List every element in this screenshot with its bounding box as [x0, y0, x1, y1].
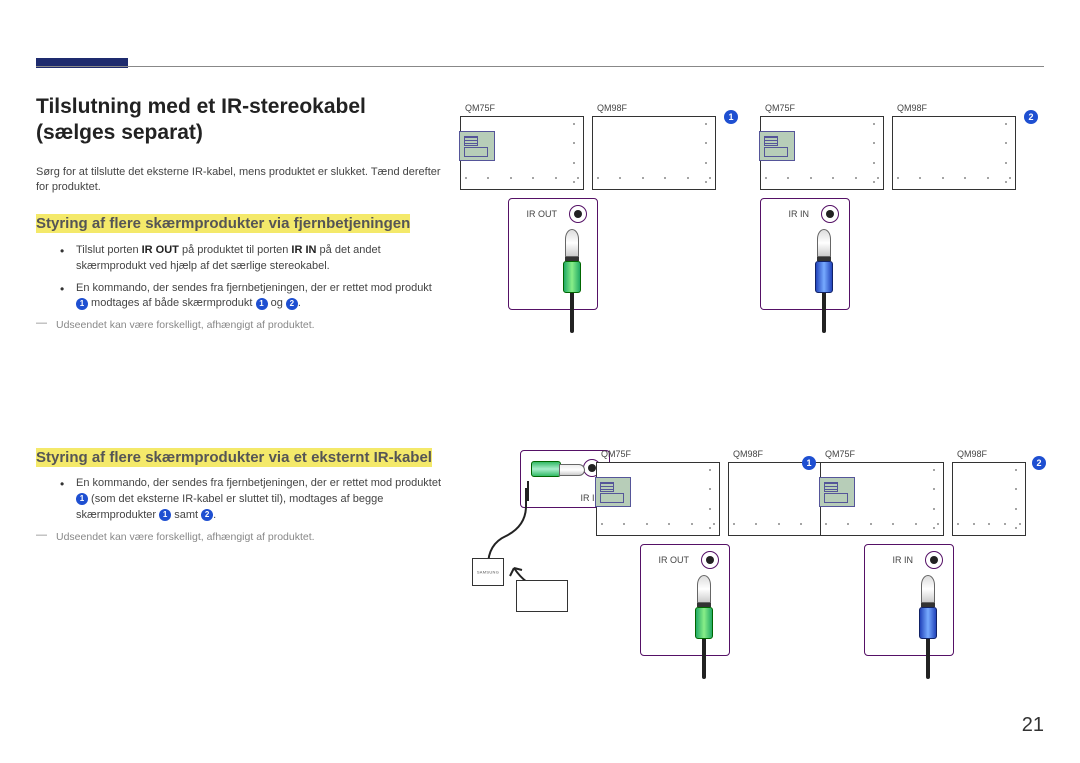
panel-2c: QM75F — [820, 462, 944, 536]
diagram1-badge1: 1 — [724, 110, 738, 124]
model-label-1b: QM98F — [597, 103, 627, 113]
port-hole-icon — [701, 551, 719, 569]
bullet-1: Tilslut porten IR OUT på produktet til p… — [76, 243, 446, 275]
model-label-2b: QM98F — [733, 449, 763, 459]
port-hole-icon — [925, 551, 943, 569]
ir-sensor-unit-icon — [472, 558, 504, 586]
badge-1d-inline: 1 — [159, 509, 171, 521]
panel-2a: QM75F — [596, 462, 720, 536]
left-column-section1: Tilslutning med et IR-stereokabel (sælge… — [36, 94, 446, 333]
jack-green-icon — [695, 575, 713, 679]
model-label-2a: QM75F — [601, 449, 631, 459]
b1-bold2: IR IN — [291, 244, 316, 256]
section1-title: Tilslutning med et IR-stereokabel (sælge… — [36, 94, 446, 147]
section1-intro: Sørg for at tilslutte det eksterne IR-ka… — [36, 165, 446, 197]
model-label-1a: QM75F — [465, 103, 495, 113]
b1-pre: Tilslut porten — [76, 244, 142, 256]
section2-bullets: En kommando, der sendes fra fjernbetjeni… — [76, 476, 456, 524]
badge-2b-inline: 2 — [201, 509, 213, 521]
section1-note: Udseendet kan være forskelligt, afhængig… — [56, 318, 446, 333]
panel-1a: QM75F — [460, 116, 584, 190]
badge-2-inline: 2 — [286, 298, 298, 310]
model-label-2d: QM98F — [957, 449, 987, 459]
sub2-title-wrap: Styring af flere skærmprodukter via et e… — [36, 448, 456, 468]
board-icon — [595, 477, 631, 507]
sub1-title-wrap: Styring af flere skærmprodukter via fjer… — [36, 214, 446, 234]
jack-blue-icon — [815, 229, 833, 333]
diagram-1: QM75F QM98F 1 QM75F QM98F 2 IR OUT IR IN — [460, 100, 1050, 320]
ir-out-label-2: IR OUT — [659, 555, 690, 565]
model-label-1d: QM98F — [897, 103, 927, 113]
badge-1b-inline: 1 — [256, 298, 268, 310]
diagram2-badge2: 2 — [1032, 456, 1046, 470]
diagram2-badge1: 1 — [802, 456, 816, 470]
panel-1b: QM98F — [592, 116, 716, 190]
ir-in-label-1: IR IN — [788, 209, 809, 219]
b2-pre: En kommando, der sendes fra fjernbetjeni… — [76, 282, 432, 294]
left-column-section2: Styring af flere skærmprodukter via et e… — [36, 448, 456, 545]
sub2-title: Styring af flere skærmprodukter via et e… — [36, 448, 432, 467]
s2-pre: En kommando, der sendes fra fjernbetjeni… — [76, 477, 441, 489]
ir-out-box-2: IR OUT — [640, 544, 730, 656]
ir-out-box-1: IR OUT — [508, 198, 598, 310]
b2-og: og — [268, 297, 286, 309]
b1-mid: på produktet til porten — [179, 244, 292, 256]
remote-outline-icon — [516, 580, 568, 612]
jack-small-icon — [531, 461, 585, 479]
board-icon — [759, 131, 795, 161]
jack-blue-icon — [919, 575, 937, 679]
b2-mid: modtages af både skærmprodukt — [88, 297, 256, 309]
port-hole-icon — [821, 205, 839, 223]
ir-out-label-1: IR OUT — [527, 209, 558, 219]
section1-bullets: Tilslut porten IR OUT på produktet til p… — [76, 243, 446, 313]
port-hole-icon — [569, 205, 587, 223]
panel-1d: QM98F — [892, 116, 1016, 190]
section2-note: Udseendet kan være forskelligt, afhængig… — [56, 530, 456, 545]
ir-in-box-2: IR IN — [864, 544, 954, 656]
bullet-2: En kommando, der sendes fra fjernbetjeni… — [76, 281, 446, 313]
s2-mid2: samt — [171, 509, 201, 521]
board-icon — [819, 477, 855, 507]
s2-end: . — [213, 509, 216, 521]
model-label-1c: QM75F — [765, 103, 795, 113]
ir-in-label-3: IR IN — [892, 555, 913, 565]
bullet-s2: En kommando, der sendes fra fjernbetjeni… — [76, 476, 456, 524]
page-number: 21 — [1022, 714, 1044, 737]
b2-end: . — [298, 297, 301, 309]
badge-1c-inline: 1 — [76, 493, 88, 505]
badge-1-inline: 1 — [76, 298, 88, 310]
top-rule — [36, 66, 1044, 67]
sub1-title: Styring af flere skærmprodukter via fjer… — [36, 214, 410, 233]
model-label-2c: QM75F — [825, 449, 855, 459]
b1-bold1: IR OUT — [142, 244, 179, 256]
panel-2d: QM98F — [952, 462, 1026, 536]
s2-mid1: (som det eksterne IR-kabel er sluttet ti… — [76, 493, 383, 521]
board-icon — [459, 131, 495, 161]
diagram1-badge2: 2 — [1024, 110, 1038, 124]
diagram-2: IR IN QM75F QM98F 1 QM75F QM98F 2 IR — [460, 446, 1050, 666]
ir-in-box-1: IR IN — [760, 198, 850, 310]
jack-green-icon — [563, 229, 581, 333]
panel-1c: QM75F — [760, 116, 884, 190]
